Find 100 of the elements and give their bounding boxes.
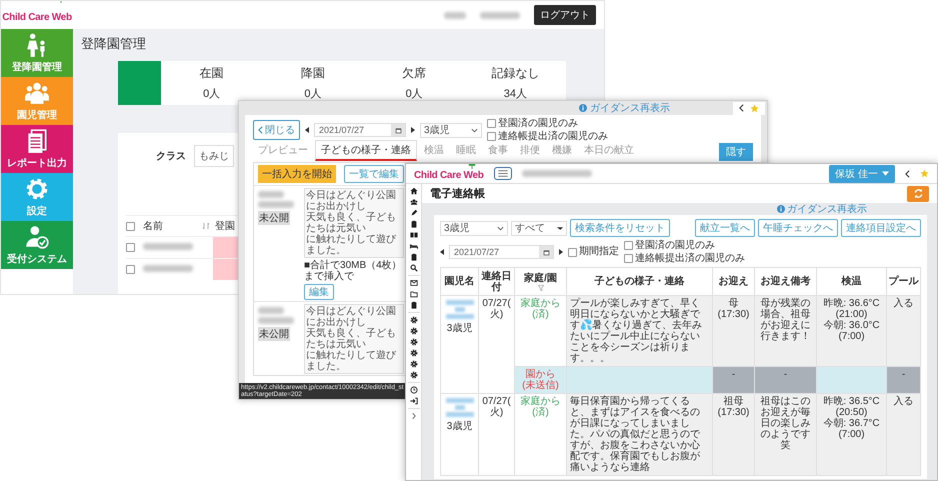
blurred-name [143, 243, 193, 250]
checkbox[interactable] [126, 265, 135, 274]
date-field[interactable]: 2021/07/27 [449, 245, 554, 259]
table-cell: 07/27(火) [478, 296, 514, 394]
checkbox[interactable] [487, 132, 496, 141]
class-label: クラス [156, 150, 186, 163]
bed-icon[interactable] [410, 242, 418, 250]
class-select[interactable]: 3歳児 [440, 220, 508, 236]
note-field[interactable]: 今日はどんぐり公園にお出かけし 天気も良く、子どもたちは元気い に触れたりして遊びました。 [304, 188, 404, 258]
column-header: 園児名 [440, 268, 478, 296]
checkbox[interactable] [487, 119, 496, 128]
clipboard-icon[interactable] [410, 253, 418, 261]
class-select[interactable]: 3歳児 [420, 122, 482, 138]
filter-icon[interactable] [538, 284, 544, 290]
checkbox[interactable] [624, 254, 633, 263]
date-field[interactable]: 2021/07/27 [314, 123, 406, 137]
table-cell: 入る [886, 296, 920, 366]
status-square [118, 61, 161, 105]
link-button[interactable]: 午睡チェックへ [758, 219, 838, 237]
group-icon [24, 80, 50, 106]
type-select[interactable]: すべて [511, 220, 567, 236]
edit-button[interactable]: 編集 [304, 284, 334, 300]
page-title: 登降園管理 [81, 35, 147, 53]
clock-icon[interactable] [410, 386, 418, 394]
sidebar-item[interactable]: 園児管理 [1, 77, 73, 125]
close-button[interactable]: 閉じる [253, 120, 300, 140]
sidebar-item[interactable]: 登降園管理 [1, 29, 73, 77]
clipboard-icon[interactable] [410, 220, 418, 228]
home-icon[interactable] [410, 187, 418, 195]
blurred-name [258, 307, 284, 314]
link-button[interactable]: 献立一覧へ [695, 219, 755, 237]
next-day-icon[interactable] [411, 127, 415, 133]
class-select[interactable]: もみじ [194, 145, 234, 167]
tab[interactable]: 排便 [515, 141, 545, 161]
back-icon[interactable] [905, 170, 910, 178]
stat-label: 在園 [200, 65, 224, 82]
checkbox[interactable] [624, 241, 633, 250]
sidebar-item[interactable]: レポート出力 [1, 125, 73, 173]
note-field[interactable]: 今日はどんぐり公園にお出かけし 天気も良く、子どもたちは元気い に触れたりして遊びました。 [304, 304, 404, 374]
checkbox-label: 登園済の園児のみ [635, 240, 715, 252]
table-cell: - [754, 366, 816, 394]
previous-day-icon[interactable] [305, 127, 309, 133]
menu-button[interactable] [494, 167, 512, 180]
star-icon[interactable] [750, 104, 759, 112]
sidebar-item[interactable]: 設定 [1, 173, 73, 221]
user-menu-button[interactable]: 保坂 佳一 [829, 164, 895, 182]
checkbox-label: 期間指定 [579, 246, 619, 258]
info-icon [777, 205, 785, 213]
tab[interactable]: 検温 [419, 141, 449, 161]
table-cell: 母 (17:30) [712, 296, 754, 366]
mail-icon[interactable] [410, 279, 418, 287]
caret-icon [497, 226, 504, 230]
search-icon[interactable] [410, 264, 418, 272]
notebook-icon[interactable] [410, 301, 418, 309]
chevron-icon[interactable] [410, 412, 418, 420]
table-cell: 3歳児 [440, 394, 478, 476]
previous-day-icon[interactable] [440, 249, 444, 255]
checkbox[interactable] [568, 248, 577, 256]
table-cell: 入る [886, 394, 920, 476]
reset-button[interactable]: 検索条件をリセット [570, 219, 670, 237]
book-icon[interactable] [410, 231, 418, 239]
users-icon[interactable] [410, 198, 418, 206]
checkbox[interactable] [126, 222, 135, 230]
logout-button[interactable]: ログアウト [534, 5, 596, 25]
checkbox-label: 連絡帳提出済の園児のみ [498, 130, 608, 142]
link-button[interactable]: 連絡項目設定へ [841, 219, 921, 237]
table-cell: 07/27(火) [478, 394, 514, 476]
tab[interactable]: 本日の献立 [579, 141, 639, 161]
pen-icon[interactable] [410, 209, 418, 217]
folder-icon[interactable] [410, 290, 418, 298]
table-cell: 3歳児 [440, 296, 478, 394]
sidebar-item[interactable]: 受付システム [1, 221, 73, 269]
list-edit-button[interactable]: 一覧で編集 [344, 165, 404, 183]
checkbox[interactable] [126, 243, 135, 252]
tab[interactable]: 子どもの様子・連絡 [315, 140, 417, 161]
tab[interactable]: 睡眠 [451, 141, 481, 161]
upload-hint: ■合計で30MB（4枚）まで挿入で [304, 260, 403, 282]
sign-in-icon[interactable] [410, 397, 418, 405]
next-day-icon[interactable] [559, 249, 563, 255]
calendar-icon[interactable] [394, 126, 402, 134]
tab[interactable]: 食事 [483, 141, 513, 161]
calendar-icon[interactable] [542, 248, 550, 256]
table-cell: 祖母はこのお迎えが毎日の楽しみのようです笑 [754, 394, 816, 476]
logo: Child Care Web [2, 12, 72, 22]
tab[interactable]: プレビュー [253, 141, 313, 161]
guidance-link[interactable]: ガイダンス再表示 [590, 101, 670, 115]
column-header[interactable]: 登園 [213, 219, 235, 233]
table-cell: - [886, 366, 920, 394]
tab[interactable]: 機嫌 [547, 141, 577, 161]
back-icon[interactable] [739, 104, 744, 112]
menu-icon [498, 170, 508, 177]
logo: Child Care Web [414, 170, 484, 180]
guidance-link[interactable]: ガイダンス再表示 [787, 202, 867, 216]
stat-label: 降園 [300, 65, 325, 82]
hide-button[interactable]: 隠す [719, 143, 753, 161]
blurred-text [522, 170, 592, 177]
star-icon[interactable] [920, 169, 929, 178]
column-header[interactable]: 名前 [139, 219, 199, 233]
table-cell: 母が残業の場合、祖母がお迎えに行きます！ [754, 296, 816, 366]
bulk-input-button[interactable]: 一括入力を開始 [258, 165, 336, 183]
